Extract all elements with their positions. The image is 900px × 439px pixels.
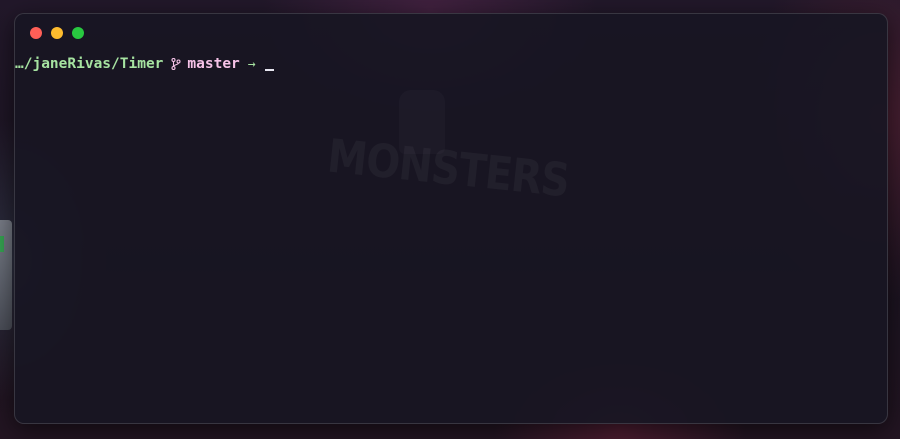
minimize-button[interactable] bbox=[51, 27, 63, 39]
background-window-edge bbox=[0, 220, 12, 330]
prompt-branch: master bbox=[187, 56, 240, 72]
text-cursor bbox=[264, 69, 274, 71]
git-branch-icon bbox=[171, 58, 181, 70]
shell-prompt[interactable]: …/janeRivas/Timer master → bbox=[15, 54, 274, 74]
terminal-window[interactable]: MONSTERS …/janeRivas/Timer master → bbox=[14, 13, 888, 424]
close-button[interactable] bbox=[30, 27, 42, 39]
zoom-button[interactable] bbox=[72, 27, 84, 39]
background-indicator bbox=[0, 236, 4, 252]
prompt-path: …/janeRivas/Timer bbox=[15, 56, 164, 72]
prompt-arrow-icon: → bbox=[247, 56, 256, 72]
window-titlebar[interactable] bbox=[15, 14, 887, 52]
wallpaper-logo: MONSTERS bbox=[325, 130, 572, 208]
